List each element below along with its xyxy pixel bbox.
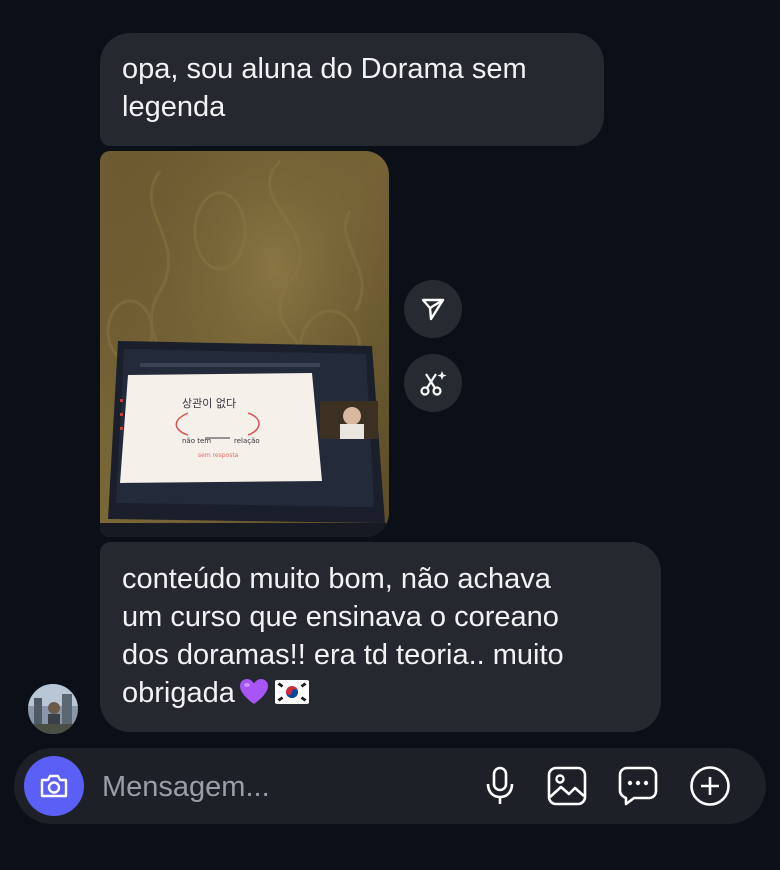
share-icon xyxy=(421,298,445,321)
message-line-last: obrigada xyxy=(122,674,639,712)
board-right-note: relação xyxy=(234,437,260,445)
message-line-text: obrigada xyxy=(122,677,235,709)
message-composer xyxy=(14,748,766,824)
board-subnote: sem resposta xyxy=(198,452,239,459)
message-bubble-incoming[interactable]: opa, sou aluna do Dorama sem legenda xyxy=(100,33,604,146)
purple-heart-emoji xyxy=(239,679,268,704)
chat-screen: opa, sou aluna do Dorama sem legenda 상관이… xyxy=(0,0,780,870)
gallery-button[interactable] xyxy=(545,764,589,808)
voice-message-button[interactable] xyxy=(478,764,522,808)
board-korean: 상관이 없다 xyxy=(182,397,236,410)
plus-icon xyxy=(690,766,730,806)
share-button[interactable] xyxy=(404,280,462,338)
message-bubble-incoming[interactable]: conteúdo muito bom, não achava um curso … xyxy=(100,542,661,732)
board-left-note: não tem xyxy=(182,437,211,445)
more-options-button[interactable] xyxy=(688,764,732,808)
message-line: um curso que ensinava o coreano xyxy=(122,601,559,633)
message-input[interactable] xyxy=(100,766,444,808)
microphone-icon xyxy=(486,766,514,804)
message-line: dos doramas!! era td teoria.. muito xyxy=(122,639,564,671)
message-text: opa, sou aluna do Dorama sem legenda xyxy=(122,53,527,123)
south-korea-flag-emoji xyxy=(274,680,309,704)
avatar-image xyxy=(28,684,78,734)
camera-icon xyxy=(40,774,68,798)
ai-edit-button[interactable] xyxy=(404,354,462,412)
sticker-icon xyxy=(618,766,658,806)
photo-laptop-lesson: 상관이 없다 não tem relação sem resposta xyxy=(100,151,389,537)
ai-edit-icon xyxy=(420,371,447,396)
message-photo[interactable]: 상관이 없다 não tem relação sem resposta xyxy=(100,151,389,537)
camera-button[interactable] xyxy=(24,756,84,816)
gallery-icon xyxy=(547,766,587,806)
message-line: conteúdo muito bom, não achava xyxy=(122,563,551,595)
sticker-button[interactable] xyxy=(616,764,660,808)
avatar[interactable] xyxy=(28,684,78,734)
